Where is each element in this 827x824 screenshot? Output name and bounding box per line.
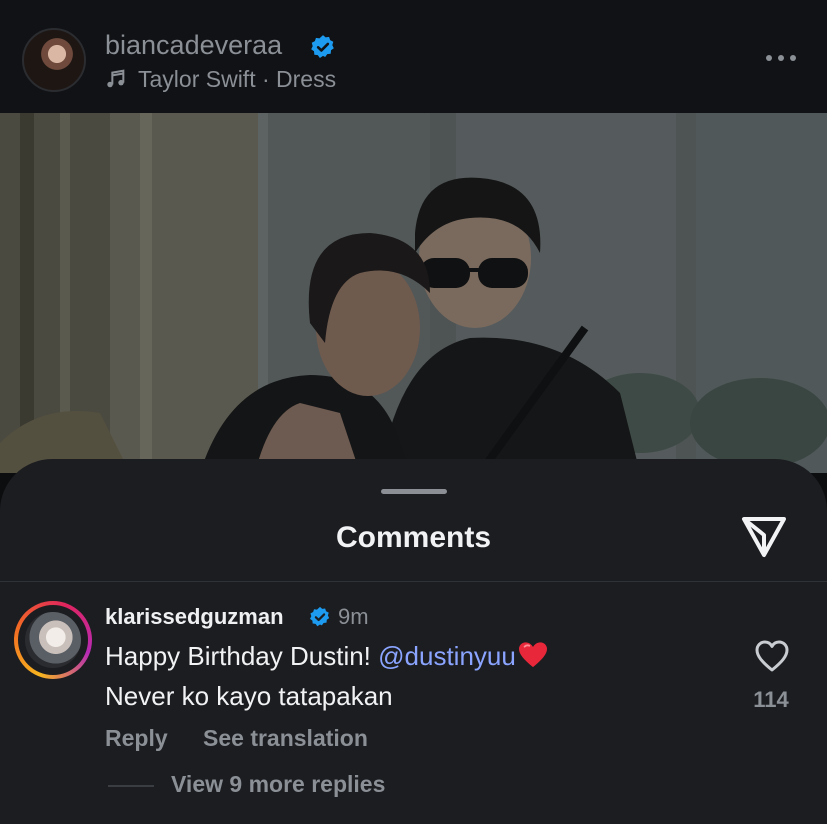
share-icon[interactable] (740, 515, 788, 559)
music-note-icon (107, 69, 125, 88)
replies-divider (108, 785, 154, 787)
author-avatar[interactable] (22, 28, 86, 92)
comment-text: Happy Birthday Dustin! (105, 641, 379, 671)
mention-link[interactable]: @dustinyuu (378, 641, 516, 671)
more-icon[interactable] (766, 50, 802, 66)
commenter-avatar[interactable] (14, 601, 92, 679)
verified-badge-icon (311, 35, 334, 58)
photo-scene (0, 113, 827, 473)
comment-timestamp: 9m (338, 604, 369, 629)
like-count: 114 (753, 687, 789, 712)
verified-badge-icon (310, 606, 330, 627)
post-photo[interactable] (0, 113, 827, 473)
sheet-title: Comments (335, 521, 492, 554)
comments-sheet: Comments klarissedguzman 9m Happy Birthd… (0, 459, 827, 824)
drag-handle[interactable] (381, 489, 447, 494)
see-translation-button[interactable]: See translation (203, 725, 368, 752)
heart-icon[interactable] (754, 639, 790, 673)
comment-text-line2: Never ko kayo tatapakan (105, 681, 393, 711)
post-comments-screen: biancadeveraa Taylor Swift · Dress Comme… (0, 0, 827, 824)
divider (0, 581, 827, 582)
song-label[interactable]: Taylor Swift · Dress (138, 66, 336, 93)
reply-button[interactable]: Reply (105, 725, 168, 752)
comment-text-line1: Happy Birthday Dustin! @dustinyuu (105, 641, 548, 672)
comment-username[interactable]: klarissedguzman (105, 604, 284, 630)
view-replies-button[interactable]: View 9 more replies (171, 771, 385, 798)
post-header: biancadeveraa Taylor Swift · Dress (0, 0, 827, 113)
red-heart-emoji-icon (518, 642, 547, 668)
post-username[interactable]: biancadeveraa (105, 30, 282, 61)
